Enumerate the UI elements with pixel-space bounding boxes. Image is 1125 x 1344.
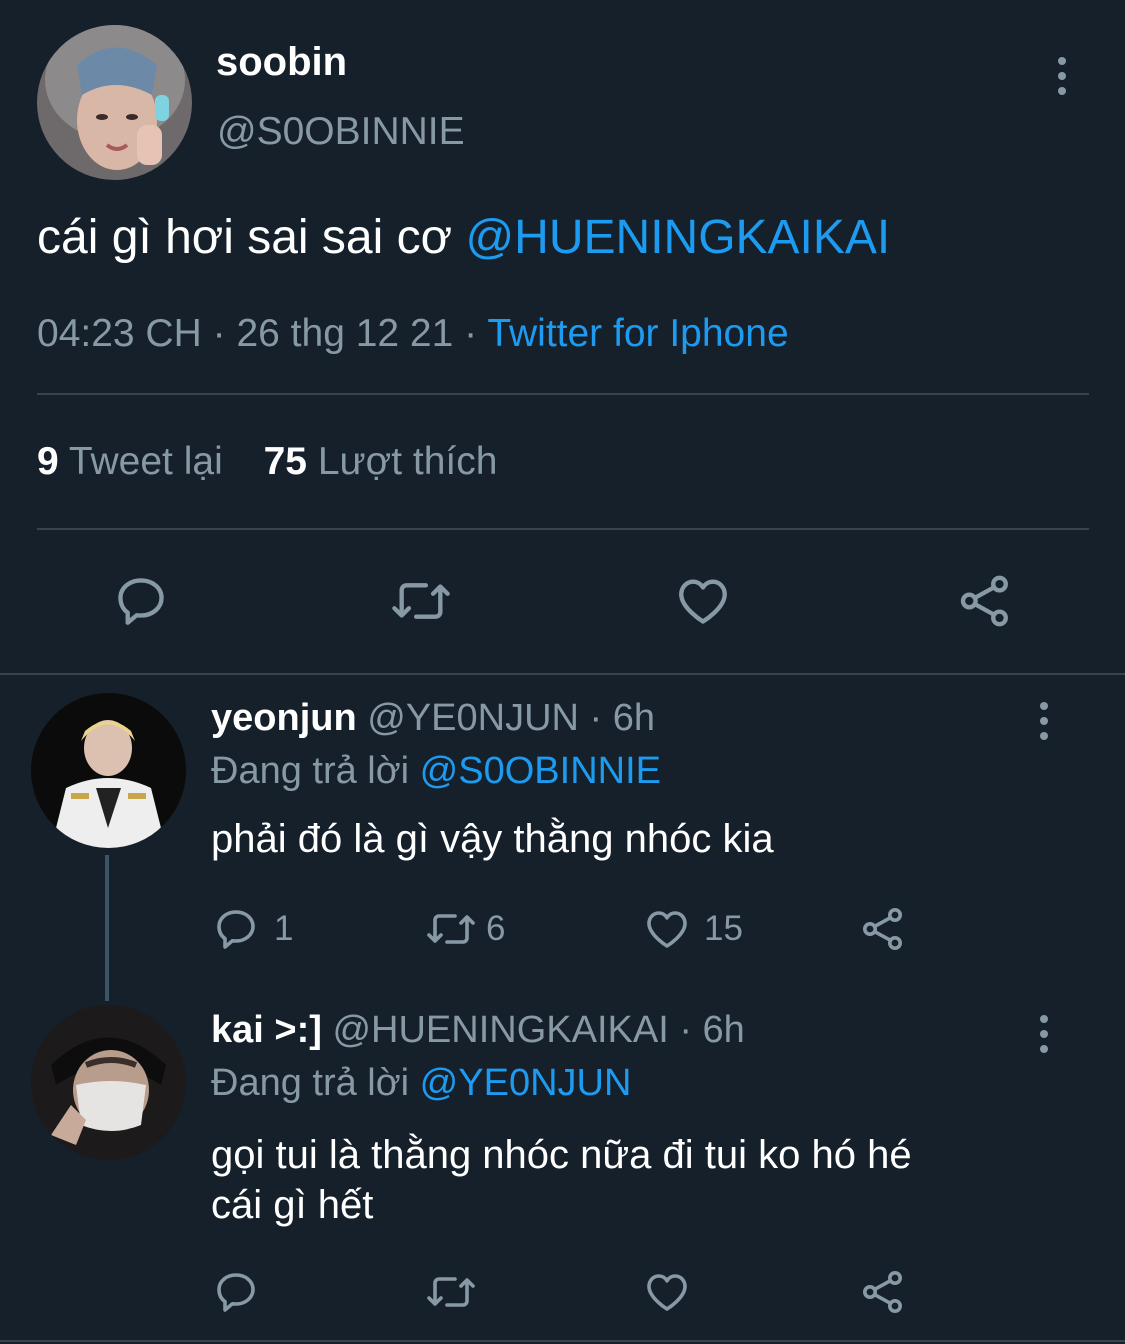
avatar-yeonjun[interactable] (31, 693, 186, 848)
meta-separator: · (212, 312, 226, 355)
avatar-kai[interactable] (31, 1005, 186, 1160)
retweets-count: 9 (37, 440, 59, 483)
reply-icon (217, 910, 255, 949)
reply-display-name[interactable]: yeonjun (211, 697, 357, 739)
more-icon (1040, 1015, 1048, 1023)
reply-text: gọi tui là thằng nhóc nữa đi tui ko hó h… (211, 1130, 912, 1230)
reply-icon (217, 1273, 255, 1312)
like-button[interactable] (642, 1268, 692, 1316)
section-divider (0, 673, 1125, 675)
thread-connector (105, 855, 109, 1001)
retweets-label: Tweet lại (68, 440, 223, 483)
reply-header: yeonjun @YE0NJUN · 6h (211, 697, 655, 740)
share-button[interactable] (858, 905, 908, 953)
retweet-icon (427, 914, 475, 944)
like-icon (647, 1274, 687, 1311)
tweet-source-link[interactable]: Twitter for Iphone (487, 312, 788, 355)
tweet-time[interactable]: 04:23 CH (37, 312, 202, 355)
retweet-count: 6 (486, 909, 506, 948)
reply-time[interactable]: · 6h (590, 697, 655, 739)
avatar-soobin[interactable] (37, 25, 192, 180)
author-handle[interactable]: @S0OBINNIE (217, 110, 465, 154)
like-button[interactable]: 15 (642, 905, 743, 953)
more-icon (1040, 702, 1048, 710)
retweet-button[interactable]: 6 (424, 905, 505, 953)
divider (37, 528, 1089, 530)
reply-icon (118, 578, 164, 625)
replying-to-line: Đang trả lời @S0OBINNIE (211, 750, 661, 793)
retweet-icon (392, 583, 450, 619)
retweet-button[interactable] (424, 1268, 478, 1316)
reply-header: kai >:] @HUENINGKAIKAI · 6h (211, 1009, 745, 1052)
like-button[interactable] (672, 572, 734, 630)
replying-to-mention[interactable]: @S0OBINNIE (420, 750, 661, 792)
tweet-date[interactable]: 26 thg 12 21 (236, 312, 453, 355)
share-icon (960, 575, 1008, 627)
share-icon (863, 908, 902, 950)
retweet-button[interactable] (388, 572, 454, 630)
more-options-button[interactable] (1034, 702, 1054, 740)
reply-button[interactable]: 1 (212, 905, 293, 953)
more-icon (1058, 57, 1066, 65)
share-button[interactable] (858, 1268, 908, 1316)
likes-stat[interactable]: 75 Lượt thích (264, 440, 498, 483)
likes-label: Lượt thích (317, 440, 498, 483)
engagement-stats: 9 Tweet lại 75 Lượt thích (37, 440, 497, 484)
reply-handle[interactable]: @YE0NJUN (367, 697, 579, 739)
reply-button[interactable] (212, 1268, 260, 1316)
like-count: 15 (704, 909, 743, 948)
mention-link[interactable]: @HUENINGKAIKAI (465, 211, 890, 264)
tweet-body: cái gì hơi sai sai cơ (37, 211, 453, 264)
reply-text-line: gọi tui là thằng nhóc nữa đi tui ko hó h… (211, 1133, 912, 1177)
replying-label: Đang trả lời (211, 750, 410, 792)
divider (37, 393, 1089, 395)
reply-time[interactable]: · 6h (679, 1009, 744, 1051)
likes-count: 75 (263, 440, 307, 483)
bottom-divider (0, 1340, 1125, 1342)
tweet-text: cái gì hơi sai sai cơ @HUENINGKAIKAI (37, 210, 890, 265)
replying-to-line: Đang trả lời @YE0NJUN (211, 1062, 631, 1105)
retweet-icon (427, 1277, 475, 1307)
like-icon (647, 911, 687, 948)
replying-label: Đang trả lời (211, 1062, 410, 1104)
like-icon (679, 579, 727, 624)
reply-text-line: cái gì hết (211, 1183, 374, 1227)
reply-button[interactable] (112, 572, 170, 630)
replying-to-mention[interactable]: @YE0NJUN (420, 1062, 632, 1104)
reply-handle[interactable]: @HUENINGKAIKAI (332, 1009, 668, 1051)
tweet-meta: 04:23 CH · 26 thg 12 21 · Twitter for Ip… (37, 312, 789, 356)
retweets-stat[interactable]: 9 Tweet lại (37, 440, 234, 483)
meta-separator: · (464, 312, 478, 355)
reply-display-name[interactable]: kai >:] (211, 1009, 322, 1051)
author-display-name[interactable]: soobin (216, 40, 347, 85)
reply-count: 1 (274, 909, 294, 948)
share-button[interactable] (955, 572, 1015, 630)
more-options-button[interactable] (1052, 57, 1072, 95)
reply-text: phải đó là gì vậy thằng nhóc kia (211, 817, 774, 861)
share-icon (863, 1271, 902, 1313)
more-options-button[interactable] (1034, 1015, 1054, 1053)
